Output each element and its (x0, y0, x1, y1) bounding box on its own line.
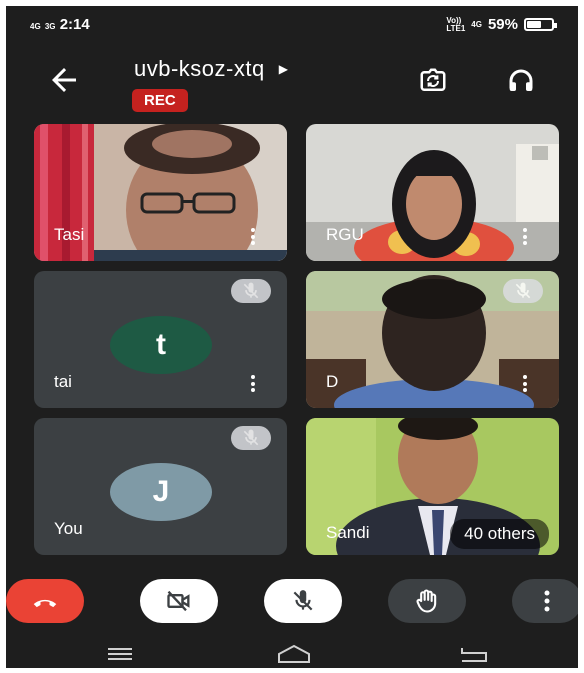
recording-badge: REC (132, 89, 188, 112)
participant-tile[interactable]: Sandi 40 others (306, 418, 559, 555)
network-indicator-1: 4G (30, 22, 41, 31)
caret-right-icon: ▶ (278, 62, 289, 76)
more-vert-icon[interactable] (251, 375, 255, 392)
more-vert-icon[interactable] (251, 228, 255, 245)
participant-name: Tasi (54, 225, 85, 244)
more-options-button[interactable] (512, 579, 578, 623)
mic-off-icon (243, 282, 259, 299)
battery-icon (524, 18, 557, 31)
raise-hand-button[interactable] (388, 579, 466, 623)
mic-off-icon (293, 590, 313, 611)
meet-call-screen: 4G 3G 2:14 Vo)) LTE1 4G 59% uvb-ksoz-xtq … (6, 6, 578, 668)
network-indicator-3: 4G (471, 19, 482, 29)
more-vert-icon (544, 590, 550, 612)
nav-back-icon[interactable] (458, 644, 490, 664)
meeting-title[interactable]: uvb-ksoz-xtq ▶ (134, 56, 288, 82)
avatar: t (110, 316, 212, 374)
back-arrow-icon[interactable] (46, 62, 82, 98)
others-count-chip[interactable]: 40 others (450, 519, 549, 549)
participant-tile[interactable]: J You (34, 418, 287, 555)
participant-tile[interactable]: t tai (34, 271, 287, 408)
participant-tile[interactable]: D (306, 271, 559, 408)
more-vert-icon[interactable] (523, 228, 527, 245)
mic-off-badge (503, 279, 543, 303)
participant-name: D (326, 372, 339, 391)
status-bar: 4G 3G 2:14 Vo)) LTE1 4G 59% (6, 6, 578, 40)
camera-toggle-button[interactable] (140, 579, 218, 623)
network-indicator-2: 3G (44, 22, 56, 31)
mic-off-icon (515, 282, 531, 299)
mic-toggle-button[interactable] (264, 579, 342, 623)
participant-name: RGU (326, 225, 364, 244)
nav-menu-icon[interactable] (106, 644, 134, 664)
participant-tile[interactable]: RGU (306, 124, 559, 261)
status-time: 2:14 (59, 16, 90, 33)
end-call-icon (33, 599, 57, 608)
participant-name: tai (54, 372, 72, 391)
switch-camera-icon[interactable] (418, 66, 448, 96)
mic-off-badge (231, 279, 271, 303)
nav-home-icon[interactable] (276, 644, 312, 664)
meeting-code: uvb-ksoz-xtq (134, 56, 265, 81)
volte-indicator: Vo)) LTE1 (446, 15, 466, 33)
participant-tile[interactable]: Tasi (34, 124, 287, 261)
end-call-button[interactable] (6, 579, 84, 623)
camera-off-icon (167, 590, 190, 612)
participant-name: Sandi (326, 523, 370, 542)
avatar: J (110, 463, 212, 521)
raise-hand-icon (416, 589, 437, 613)
more-vert-icon[interactable] (523, 375, 527, 392)
headphones-icon[interactable] (506, 66, 536, 96)
mic-off-icon (243, 429, 259, 446)
mic-off-badge (231, 426, 271, 450)
status-right: Vo)) LTE1 4G 59% (446, 15, 557, 33)
battery-percent: 59% (487, 16, 518, 33)
participant-name: You (54, 519, 83, 538)
status-left: 4G 3G 2:14 (30, 16, 90, 33)
